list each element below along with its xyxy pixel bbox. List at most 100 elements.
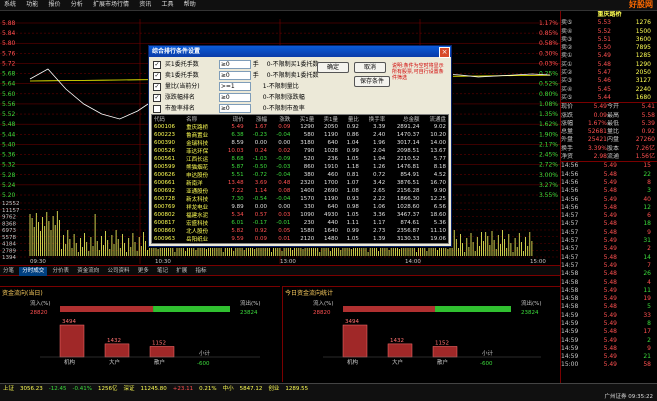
table-cell: 申达股份 bbox=[186, 173, 209, 179]
order-book-row[interactable]: 卖④ 5.52 1500 bbox=[561, 28, 657, 36]
checkbox-icon[interactable]: ✓ bbox=[153, 71, 161, 80]
save-condition-button[interactable]: 保存条件 bbox=[354, 76, 390, 87]
table-row[interactable]: 600860 北人股份 5.82 0.92 0.05 1580 1640 0.99 2.73 23… bbox=[152, 227, 448, 235]
table-row[interactable]: 600599 熊猫烟花 5.87 -0.50 -0.03 860 1910 1.18 1.26 1… bbox=[152, 163, 448, 171]
fund-flow-panel-right: 今日资金流向统计 流入(%) 28820 流出(%) 23824 3494 机构 1432 大… bbox=[282, 286, 561, 382]
inflow-label: 流入(%) bbox=[313, 299, 334, 307]
stat-row: 涨跌 0.09最高 5.58 bbox=[561, 112, 657, 120]
table-cell: 520 bbox=[303, 156, 315, 162]
order-book-row[interactable]: 卖① 5.49 1285 bbox=[561, 52, 657, 60]
tick-row: 14:59 5.49 8 bbox=[561, 320, 657, 328]
table-row[interactable]: 600626 申达股份 5.51 -0.72 -0.04 380 460 0.81 0.72 85… bbox=[152, 171, 448, 179]
checkbox-icon[interactable]: ✓ bbox=[153, 60, 161, 69]
order-book-row[interactable]: 卖⑤ 5.53 1276 bbox=[561, 19, 657, 27]
status-item: 5847.12 bbox=[239, 386, 263, 392]
stock-title: 重庆路桥 bbox=[597, 11, 622, 18]
menu-item-tools[interactable]: 工具 bbox=[158, 0, 178, 10]
table-row[interactable]: 600692 亚通股份 7.22 1.14 0.08 1400 2690 1.08 2.65 21… bbox=[152, 187, 448, 195]
grid-header-cell[interactable]: 代码 bbox=[152, 115, 184, 123]
ranking-grid[interactable]: 代码 名称 现价 涨幅 涨跌 买1量 卖1量 量比 换手率 总金额 流通盘 600106 重庆路桥 5.… bbox=[151, 114, 449, 244]
table-cell: 1480 bbox=[323, 236, 338, 242]
tick-cell: 5.49 bbox=[603, 336, 617, 344]
flow-bar-value: 1152 bbox=[152, 340, 166, 346]
tab-more[interactable]: 更多 bbox=[135, 267, 152, 276]
stat-cell: 总量 bbox=[561, 128, 574, 136]
grid-header-cell[interactable]: 名称 bbox=[184, 115, 220, 123]
grid-header-cell[interactable]: 量比 bbox=[340, 115, 361, 123]
change-input[interactable]: ≥0 bbox=[218, 93, 251, 102]
table-cell: 1190 bbox=[323, 196, 338, 202]
menu-item-help[interactable]: 帮助 bbox=[180, 0, 200, 10]
table-cell: 1.08 bbox=[346, 188, 359, 194]
sell1-input[interactable]: ≥0 bbox=[218, 71, 251, 80]
order-book-cell: 1285 bbox=[635, 52, 651, 60]
order-book-row[interactable]: 买④ 5.45 2240 bbox=[561, 86, 657, 94]
tick-cell: 5.49 bbox=[603, 261, 617, 269]
menu-item-info[interactable]: 资讯 bbox=[135, 0, 155, 10]
tab-extension[interactable]: 扩展 bbox=[173, 267, 190, 276]
grid-header-cell[interactable]: 卖1量 bbox=[316, 115, 340, 123]
table-row[interactable]: 000014沙河股份11.742.310.277202301.092.06174… bbox=[152, 243, 448, 244]
stat-cell: 流通 bbox=[607, 153, 620, 161]
tick-cell: 14:59 bbox=[561, 336, 579, 344]
grid-header-cell[interactable]: 买1量 bbox=[292, 115, 316, 123]
grid-header-cell[interactable]: 总金额 bbox=[387, 115, 421, 123]
table-row[interactable]: 600106 重庆路桥 5.49 1.67 0.09 1290 2050 0.92 3.39 28… bbox=[152, 123, 448, 131]
table-cell: 0.99 bbox=[346, 148, 359, 154]
table-cell: 亚通股份 bbox=[186, 189, 209, 195]
grid-header-cell[interactable]: 涨跌 bbox=[269, 115, 292, 123]
grid-header-cell[interactable]: 现价 bbox=[220, 115, 245, 123]
table-row[interactable]: 600561 江西长运 8.68 -1.03 -0.09 520 236 1.05 1.94 22… bbox=[152, 155, 448, 163]
status-item: 0.21% bbox=[199, 386, 217, 392]
order-book-row[interactable]: 买⑤ 5.44 1680 bbox=[561, 94, 657, 102]
tab-company-info[interactable]: 公司资料 bbox=[105, 267, 133, 276]
table-row[interactable]: 600802 福建水泥 5.34 0.57 0.03 1090 4930 1.05 3.36 34… bbox=[152, 211, 448, 219]
table-cell: 13.67 bbox=[430, 148, 446, 154]
menu-item-ext-market[interactable]: 扩展市场行情 bbox=[89, 0, 133, 10]
order-book-row[interactable]: 买② 5.47 2050 bbox=[561, 69, 657, 77]
tab-tick[interactable]: 分笔 bbox=[0, 267, 17, 276]
checkbox-icon[interactable] bbox=[153, 104, 161, 113]
tab-time-sales[interactable]: 分时成交 bbox=[19, 267, 48, 276]
table-row[interactable]: 600390 金瑞科技 8.59 0.00 0.00 3180 640 1.04 1.96 301… bbox=[152, 139, 448, 147]
menu-item-analysis[interactable]: 分析 bbox=[67, 0, 87, 10]
table-row[interactable]: 600661 新南洋 13.48 3.69 0.48 2320 1700 1.07 3.42 38… bbox=[152, 179, 448, 187]
menu-item-quote[interactable]: 报价 bbox=[45, 0, 65, 10]
grid-header-cell[interactable]: 换手率 bbox=[361, 115, 387, 123]
menu-item-system[interactable]: 系统 bbox=[0, 0, 20, 10]
table-row[interactable]: 600769 祥龙电业 9.89 0.00 0.00 330 640 0.98 1.06 1028… bbox=[152, 203, 448, 211]
grid-header-cell[interactable]: 涨幅 bbox=[246, 115, 269, 123]
table-row[interactable]: 600223 鲁商置业 6.38 -0.23 -0.04 580 1190 0.86 2.40 1… bbox=[152, 131, 448, 139]
order-book-row[interactable]: 卖③ 5.51 3600 bbox=[561, 36, 657, 44]
table-row[interactable]: 600728 新太科技 7.30 -0.54 -0.04 1570 1190 0.93 2.22… bbox=[152, 195, 448, 203]
checkbox-icon[interactable]: ✓ bbox=[153, 93, 161, 102]
table-row[interactable]: 600963 岳阳纸业 9.59 0.09 0.01 2120 1480 1.05 1.39 31… bbox=[152, 235, 448, 243]
condition-row-pe: 市盈率排名 ≥0 0-不限制市盈率 bbox=[153, 104, 305, 114]
table-row[interactable]: 600817 宏盛科技 6.01 -0.17 -0.01 230 440 1.11 1.17 87… bbox=[152, 219, 448, 227]
order-book-row[interactable]: 买③ 5.46 3127 bbox=[561, 77, 657, 85]
tick-row: 14:59 5.49 33 bbox=[561, 312, 657, 320]
ok-button[interactable]: 确定 bbox=[317, 62, 349, 73]
menu-item-function[interactable]: 功能 bbox=[22, 0, 42, 10]
tab-price-table[interactable]: 分价表 bbox=[50, 267, 73, 276]
volume-ratio-input[interactable]: >=1 bbox=[218, 82, 251, 91]
vol-tick: 2789 bbox=[2, 248, 16, 254]
table-cell: 1.05 bbox=[346, 236, 359, 242]
order-book-row[interactable]: 买① 5.48 1290 bbox=[561, 61, 657, 69]
close-icon[interactable]: × bbox=[439, 47, 450, 58]
table-cell: -0.04 bbox=[276, 132, 291, 138]
cancel-button[interactable]: 取消 bbox=[354, 62, 386, 73]
tick-list[interactable]: 14:56 5.49 15 14:56 5.48 22 14:56 5.49 8 14:56 5.4… bbox=[561, 161, 657, 369]
stat-cell: 0.92 bbox=[641, 128, 655, 136]
tab-indicator[interactable]: 指标 bbox=[193, 267, 210, 276]
pe-input[interactable]: ≥0 bbox=[218, 104, 251, 113]
table-row[interactable]: 600526 菲达环保 10.03 0.24 0.02 790 1028 0.99 2.04 20… bbox=[152, 147, 448, 155]
tab-notes[interactable]: 笔记 bbox=[154, 267, 171, 276]
buy1-input[interactable]: ≥0 bbox=[218, 60, 251, 69]
order-book-row[interactable]: 卖② 5.50 7895 bbox=[561, 44, 657, 52]
tab-fund-flow[interactable]: 资金流向 bbox=[74, 267, 102, 276]
checkbox-icon[interactable]: ✓ bbox=[153, 82, 161, 91]
grid-header-cell[interactable]: 流通盘 bbox=[422, 115, 448, 123]
tick-cell: 5.48 bbox=[603, 170, 617, 178]
stat-cell: 52681 bbox=[587, 128, 607, 136]
